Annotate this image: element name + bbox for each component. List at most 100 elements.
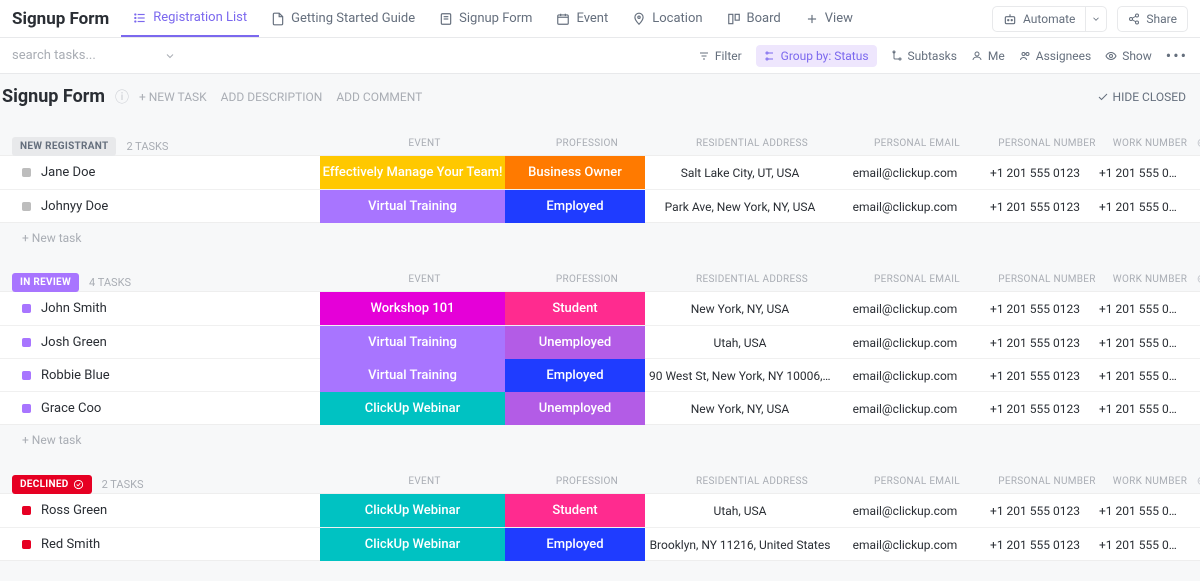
address-cell: New York, NY, USA [645, 302, 835, 316]
email-cell: email@clickup.com [835, 504, 975, 518]
registrant-name: Johnyy Doe [41, 199, 108, 214]
header-actions: Automate Share [992, 6, 1188, 32]
pnumber-cell: +1 201 555 0123 [975, 302, 1095, 316]
email-cell: email@clickup.com [835, 369, 975, 383]
automate-dropdown[interactable] [1086, 6, 1107, 32]
registrant-name: Ross Green [41, 503, 107, 518]
group-in-review: IN REVIEW 4 TASKS EVENT PROFESSION RESID… [0, 273, 1200, 455]
filter-button[interactable]: Filter [698, 49, 742, 63]
event-pill[interactable]: ClickUp Webinar [320, 392, 505, 425]
status-badge[interactable]: IN REVIEW [12, 273, 79, 292]
automate-split: Automate [992, 6, 1107, 32]
profession-pill[interactable]: Unemployed [505, 392, 645, 425]
tab-signup-form[interactable]: Signup Form [427, 0, 544, 37]
table-row[interactable]: Ross Green ClickUp Webinar Student Utah,… [0, 494, 1200, 527]
tab-board[interactable]: Board [715, 0, 793, 37]
event-pill[interactable]: Virtual Training [320, 326, 505, 359]
wnumber-cell: +1 201 555 012: [1095, 200, 1181, 214]
address-cell: 90 West St, New York, NY 10006, U... [645, 369, 835, 383]
wnumber-cell: +1 201 555 012: [1095, 504, 1181, 518]
subtasks-button[interactable]: Subtasks [891, 49, 957, 63]
address-cell: Park Ave, New York, NY, USA [645, 200, 835, 214]
event-pill[interactable]: Workshop 101 [320, 292, 505, 325]
address-cell: New York, NY, USA [645, 402, 835, 416]
show-button[interactable]: Show [1105, 49, 1152, 63]
toolbar: search tasks... Filter Group by: Status … [0, 38, 1200, 74]
email-cell: email@clickup.com [835, 200, 975, 214]
registrant-name: John Smith [41, 301, 107, 316]
table-row[interactable]: Red Smith ClickUp Webinar Employed Brook… [0, 527, 1200, 560]
pnumber-cell: +1 201 555 0123 [975, 166, 1095, 180]
table-row[interactable]: Robbie Blue Virtual Training Employed 90… [0, 358, 1200, 391]
group-icon [764, 50, 776, 62]
event-pill[interactable]: Effectively Manage Your Team! [320, 156, 505, 189]
new-task-link[interactable]: + New task [0, 425, 1200, 455]
robot-icon [1003, 12, 1017, 26]
share-icon [1128, 13, 1140, 25]
tab-registration-list[interactable]: Registration List [121, 0, 259, 37]
add-description-button[interactable]: ADD DESCRIPTION [221, 90, 323, 104]
tab-location[interactable]: Location [620, 0, 714, 37]
status-dot [22, 540, 31, 549]
task-count: 4 TASKS [89, 276, 131, 289]
tab-getting-started-guide[interactable]: Getting Started Guide [259, 0, 427, 37]
info-icon[interactable]: ⓘ [115, 87, 129, 107]
wnumber-cell: +1 201 555 012: [1095, 166, 1181, 180]
table-row[interactable]: Grace Coo ClickUp Webinar Unemployed New… [0, 391, 1200, 424]
me-button[interactable]: Me [971, 49, 1005, 63]
status-dot [22, 371, 31, 380]
users-icon [1019, 50, 1031, 62]
table-row[interactable]: John Smith Workshop 101 Student New York… [0, 292, 1200, 325]
tab-view[interactable]: View [793, 0, 865, 37]
event-pill[interactable]: Virtual Training [320, 359, 505, 392]
status-badge[interactable]: DECLINED [12, 475, 92, 494]
profession-pill[interactable]: Employed [505, 190, 645, 223]
subtasks-icon [891, 50, 903, 62]
registrant-name: Red Smith [41, 537, 100, 552]
doc-icon [271, 12, 285, 26]
pnumber-cell: +1 201 555 0123 [975, 369, 1095, 383]
table-row[interactable]: Jane Doe Effectively Manage Your Team! B… [0, 156, 1200, 189]
status-dot [22, 202, 31, 211]
event-pill[interactable]: ClickUp Webinar [320, 494, 505, 527]
table-row[interactable]: Josh Green Virtual Training Unemployed U… [0, 325, 1200, 358]
automate-button[interactable]: Automate [992, 6, 1086, 32]
profession-pill[interactable]: Unemployed [505, 326, 645, 359]
status-badge[interactable]: NEW REGISTRANT [12, 137, 116, 156]
wnumber-cell: +1 201 555 012: [1095, 538, 1181, 552]
profession-pill[interactable]: Business Owner [505, 156, 645, 189]
profession-pill[interactable]: Student [505, 292, 645, 325]
profession-pill[interactable]: Employed [505, 528, 645, 561]
search-box[interactable]: search tasks... [12, 48, 698, 63]
assignees-button[interactable]: Assignees [1019, 49, 1091, 63]
status-dot [22, 168, 31, 177]
share-button[interactable]: Share [1117, 6, 1188, 32]
table-row[interactable]: Johnyy Doe Virtual Training Employed Par… [0, 189, 1200, 222]
groupby-button[interactable]: Group by: Status [756, 45, 877, 67]
event-pill[interactable]: ClickUp Webinar [320, 528, 505, 561]
pnumber-cell: +1 201 555 0123 [975, 538, 1095, 552]
more-button[interactable]: ••• [1166, 46, 1188, 65]
registrant-name: Josh Green [41, 335, 107, 350]
tab-event[interactable]: Event [544, 0, 620, 37]
wnumber-cell: +1 201 555 012: [1095, 336, 1181, 350]
profession-pill[interactable]: Employed [505, 359, 645, 392]
hide-closed-toggle[interactable]: HIDE CLOSED [1097, 90, 1186, 104]
page-title: Signup Form [12, 9, 109, 29]
profession-pill[interactable]: Student [505, 494, 645, 527]
add-comment-button[interactable]: ADD COMMENT [336, 90, 422, 104]
wnumber-cell: +1 201 555 012: [1095, 369, 1181, 383]
registrant-name: Grace Coo [41, 401, 101, 416]
toolbar-actions: Filter Group by: Status Subtasks Me Assi… [698, 45, 1188, 67]
address-cell: Brooklyn, NY 11216, United States [645, 538, 835, 552]
status-dot [22, 506, 31, 515]
content-area: Signup Form ⓘ + NEW TASK ADD DESCRIPTION… [0, 74, 1200, 581]
new-task-link[interactable]: + New task [0, 223, 1200, 253]
form-icon [439, 12, 453, 26]
eye-icon [1105, 50, 1117, 62]
new-task-button[interactable]: + NEW TASK [139, 90, 207, 104]
event-pill[interactable]: Virtual Training [320, 190, 505, 223]
email-cell: email@clickup.com [835, 402, 975, 416]
pin-icon [632, 12, 646, 26]
task-count: 2 TASKS [126, 140, 168, 153]
